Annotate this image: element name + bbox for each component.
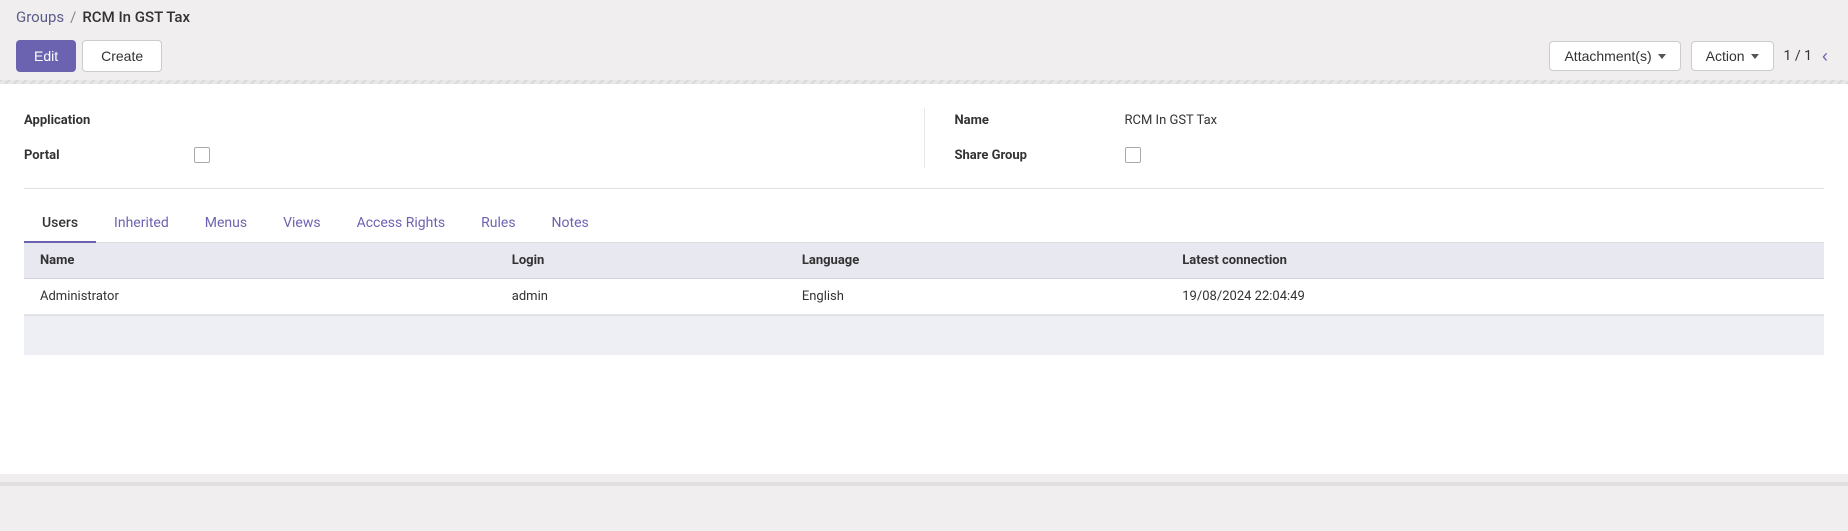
tab-users[interactable]: Users xyxy=(24,205,96,243)
page-bottom-line xyxy=(0,482,1848,486)
attachments-chevron-icon xyxy=(1658,54,1666,59)
col-latest-connection: Latest connection xyxy=(1166,243,1824,279)
col-language: Language xyxy=(786,243,1166,279)
breadcrumb-separator: / xyxy=(70,8,76,26)
breadcrumb-current: RCM In GST Tax xyxy=(82,8,190,26)
name-value: RCM In GST Tax xyxy=(1125,113,1825,128)
tab-menus[interactable]: Menus xyxy=(187,205,265,243)
pagination-text: 1 / 1 xyxy=(1784,48,1812,64)
cell-language: English xyxy=(786,279,1166,315)
tabs-bar: Users Inherited Menus Views Access Right… xyxy=(24,205,1824,243)
application-label: Application xyxy=(24,113,184,128)
pagination-prev-button[interactable]: ‹ xyxy=(1818,46,1832,67)
form-area: Application Portal Name RCM In GST Tax S… xyxy=(0,84,1848,474)
breadcrumb: Groups / RCM In GST Tax xyxy=(0,0,1848,34)
tab-access-rights[interactable]: Access Rights xyxy=(339,205,464,243)
portal-label: Portal xyxy=(24,148,184,163)
breadcrumb-parent-link[interactable]: Groups xyxy=(16,8,64,26)
toolbar: Edit Create Attachment(s) Action 1 / 1 ‹ xyxy=(0,34,1848,80)
toolbar-right: Attachment(s) Action 1 / 1 ‹ xyxy=(1549,41,1832,71)
col-name: Name xyxy=(24,243,496,279)
tab-notes[interactable]: Notes xyxy=(534,205,607,243)
form-left-col: Application Portal xyxy=(24,108,894,168)
create-button[interactable]: Create xyxy=(82,40,162,72)
toolbar-left: Edit Create xyxy=(16,40,162,72)
tab-inherited[interactable]: Inherited xyxy=(96,205,187,243)
edit-button[interactable]: Edit xyxy=(16,40,76,72)
share-group-label: Share Group xyxy=(955,148,1115,163)
users-table: Name Login Language Latest connection Ad… xyxy=(24,243,1824,315)
tab-views[interactable]: Views xyxy=(265,205,339,243)
cell-name: Administrator xyxy=(24,279,496,315)
cell-latest-connection: 19/08/2024 22:04:49 xyxy=(1166,279,1824,315)
pagination: 1 / 1 ‹ xyxy=(1784,46,1832,67)
action-dropdown[interactable]: Action xyxy=(1691,41,1774,71)
form-right-col: Name RCM In GST Tax Share Group xyxy=(955,108,1825,168)
table-row[interactable]: Administrator admin English 19/08/2024 2… xyxy=(24,279,1824,315)
table-footer xyxy=(24,315,1824,355)
attachments-dropdown[interactable]: Attachment(s) xyxy=(1549,41,1680,71)
form-col-divider xyxy=(924,108,925,168)
name-label: Name xyxy=(955,113,1115,128)
portal-checkbox-input[interactable] xyxy=(194,147,210,163)
action-chevron-icon xyxy=(1751,54,1759,59)
col-login: Login xyxy=(496,243,786,279)
cell-login: admin xyxy=(496,279,786,315)
portal-checkbox[interactable] xyxy=(194,147,894,163)
attachments-label: Attachment(s) xyxy=(1564,48,1651,64)
share-group-checkbox[interactable] xyxy=(1125,147,1825,163)
form-fields: Application Portal Name RCM In GST Tax S… xyxy=(24,108,1824,189)
action-label: Action xyxy=(1706,48,1745,64)
share-group-checkbox-input[interactable] xyxy=(1125,147,1141,163)
table-header-row: Name Login Language Latest connection xyxy=(24,243,1824,279)
tab-rules[interactable]: Rules xyxy=(463,205,533,243)
